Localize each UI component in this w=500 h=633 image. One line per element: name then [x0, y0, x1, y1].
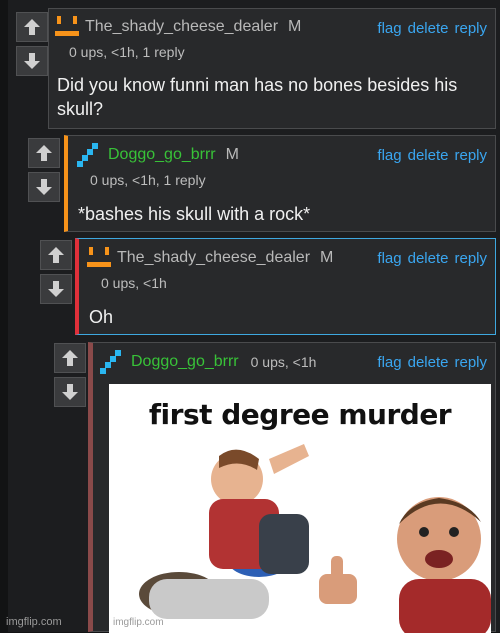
meme-watermark: imgflip.com	[113, 617, 164, 628]
comment-text: Did you know funni man has no bones besi…	[57, 75, 458, 119]
page-watermark: imgflip.com	[6, 616, 62, 628]
comment-actions: flag delete reply	[371, 20, 487, 37]
delete-link[interactable]: delete	[408, 20, 449, 37]
upvote-button[interactable]	[40, 240, 72, 270]
orange-face-icon	[87, 247, 111, 267]
gender-badge: M	[320, 249, 334, 266]
arrow-up-icon	[48, 247, 64, 263]
downvote-button[interactable]	[54, 377, 86, 407]
flag-link[interactable]: flag	[377, 250, 401, 267]
flag-link[interactable]: flag	[377, 20, 401, 37]
comment-meta: 0 ups, <1h	[101, 275, 167, 291]
vote-controls	[40, 240, 72, 308]
comment-actions: flag delete reply	[371, 354, 487, 371]
vote-controls	[16, 12, 48, 80]
upvote-button[interactable]	[16, 12, 48, 42]
arrow-up-icon	[24, 19, 40, 35]
arrow-down-icon	[36, 179, 52, 195]
comment-actions: flag delete reply	[371, 250, 487, 267]
flag-link[interactable]: flag	[377, 354, 401, 371]
meme-image[interactable]: first degree murder imgflip.com	[109, 384, 491, 633]
gender-badge: M	[225, 146, 239, 163]
meme-photo	[139, 444, 491, 633]
reply-link[interactable]: reply	[454, 20, 487, 37]
comment-username[interactable]: Doggo_go_brrr	[108, 146, 216, 164]
comment-box: Doggo_go_brrr 0 ups, <1h flag delete reply…	[88, 342, 496, 633]
vote-controls	[54, 343, 86, 411]
arrow-down-icon	[62, 384, 78, 400]
gender-badge: M	[288, 18, 302, 35]
reply-link[interactable]: reply	[454, 354, 487, 371]
comment-box: Doggo_go_brrr M 0 ups, <1h, 1 reply flag…	[64, 135, 496, 232]
reply-link[interactable]: reply	[454, 250, 487, 267]
downvote-button[interactable]	[16, 46, 48, 76]
arrow-up-icon	[36, 145, 52, 161]
comment-text: Oh	[89, 307, 114, 327]
downvote-button[interactable]	[28, 172, 60, 202]
blue-pixel-icon	[100, 350, 121, 374]
arrow-down-icon	[48, 281, 64, 297]
delete-link[interactable]: delete	[408, 147, 449, 164]
blue-pixel-icon	[77, 143, 98, 167]
comment-meta: 0 ups, <1h, 1 reply	[90, 172, 206, 188]
comment-meta: 0 ups, <1h, 1 reply	[69, 44, 185, 60]
comment-username[interactable]: The_shady_cheese_dealer	[117, 249, 310, 267]
delete-link[interactable]: delete	[408, 354, 449, 371]
comment-meta: 0 ups, <1h	[250, 354, 317, 370]
arrow-up-icon	[62, 350, 78, 366]
comment-actions: flag delete reply	[371, 147, 487, 164]
upvote-button[interactable]	[28, 138, 60, 168]
downvote-button[interactable]	[40, 274, 72, 304]
comment-box: The_shady_cheese_dealer M 0 ups, <1h fla…	[75, 238, 496, 335]
comment-text: *bashes his skull with a rock*	[78, 204, 311, 224]
comment-box: The_shady_cheese_dealer M 0 ups, <1h, 1 …	[48, 8, 496, 129]
arrow-down-icon	[24, 53, 40, 69]
flag-link[interactable]: flag	[377, 147, 401, 164]
comment-thread: The_shady_cheese_dealer M 0 ups, <1h, 1 …	[8, 0, 500, 633]
orange-face-icon	[55, 16, 79, 36]
comment-username[interactable]: The_shady_cheese_dealer	[85, 18, 278, 36]
delete-link[interactable]: delete	[408, 250, 449, 267]
vote-controls	[28, 138, 60, 206]
upvote-button[interactable]	[54, 343, 86, 373]
reply-link[interactable]: reply	[454, 147, 487, 164]
comment-username[interactable]: Doggo_go_brrr	[131, 353, 239, 371]
